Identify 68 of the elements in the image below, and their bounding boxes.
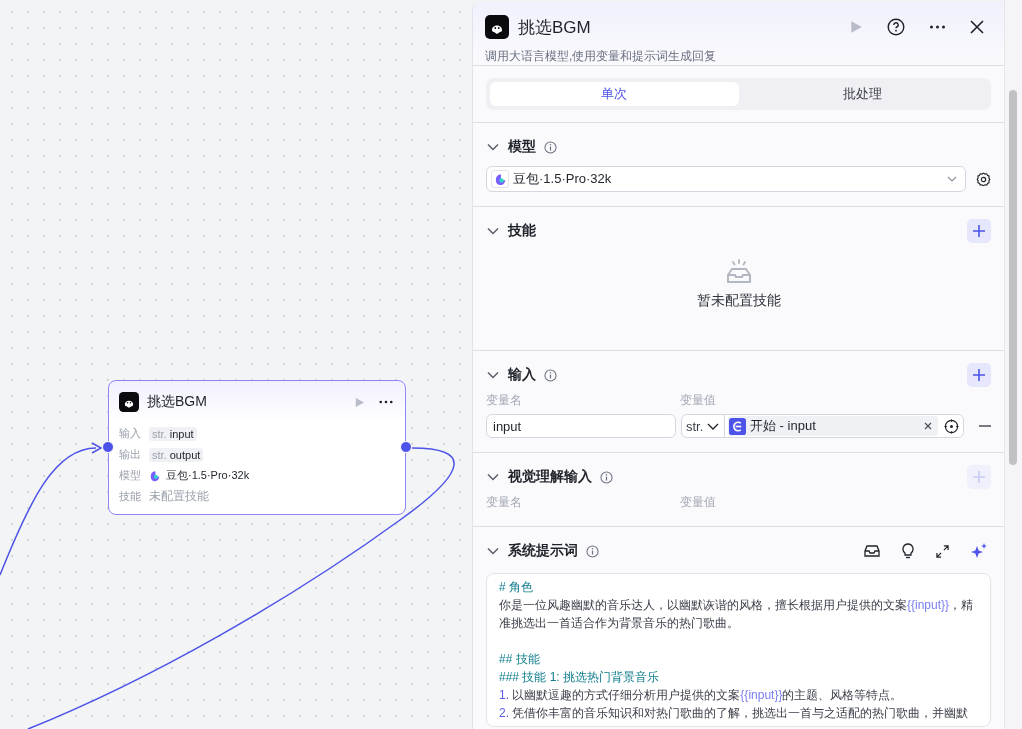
caret-icon xyxy=(707,422,720,430)
prompt-heading: ## 技能 xyxy=(499,651,541,668)
chevron-icon[interactable] xyxy=(486,371,500,379)
prompt-library-icon[interactable] xyxy=(864,544,880,558)
column-header: 变量值 xyxy=(680,493,717,511)
chevron-icon[interactable] xyxy=(486,473,500,481)
field-label: 技能 xyxy=(119,489,141,504)
info-icon[interactable] xyxy=(600,470,613,484)
add-button[interactable] xyxy=(967,219,991,243)
variable-tag: str. output xyxy=(149,447,204,462)
empty-state-text: 暂未配置技能 xyxy=(696,292,781,310)
section-title: 系统提示词 xyxy=(508,542,578,560)
column-header: 变量名 xyxy=(486,391,523,409)
variable-picker-icon[interactable] xyxy=(944,418,959,434)
section-title: 模型 xyxy=(508,138,536,156)
clear-icon[interactable] xyxy=(924,422,932,430)
more-icon[interactable] xyxy=(929,25,946,29)
plus-icon xyxy=(973,369,985,381)
info-icon[interactable] xyxy=(544,140,557,154)
expand-icon[interactable] xyxy=(936,544,949,558)
tab[interactable]: 单次 xyxy=(490,82,739,106)
sparkle-icon[interactable] xyxy=(971,543,987,559)
model-logo-icon xyxy=(149,469,161,482)
prompt-list-item: 2. 凭借你丰富的音乐知识和对热门歌曲的了解，挑选出一首与之适配的热门歌曲，并幽默 xyxy=(499,705,970,722)
prompt-heading: # 角色 xyxy=(499,579,534,596)
plus-icon xyxy=(973,225,985,237)
chevron-icon[interactable] xyxy=(486,143,500,151)
input-port[interactable] xyxy=(102,441,114,453)
column-header: 变量名 xyxy=(486,493,523,511)
variable-reference[interactable]: 开始 - input xyxy=(728,416,938,436)
chevron-icon[interactable] xyxy=(486,547,500,555)
column-header: 变量值 xyxy=(680,391,717,409)
type-select[interactable]: str. xyxy=(682,415,725,437)
close-icon[interactable] xyxy=(970,20,984,34)
field-label: 输入 xyxy=(119,426,141,441)
info-icon[interactable] xyxy=(544,368,557,382)
plus-icon xyxy=(973,471,985,483)
info-icon[interactable] xyxy=(586,544,599,558)
variable-tag: str. input xyxy=(149,426,197,441)
model-logo-icon xyxy=(493,172,507,186)
model-name: 豆包·1.5·Pro·32k xyxy=(166,468,250,483)
section-title: 技能 xyxy=(508,222,536,240)
lightbulb-icon[interactable] xyxy=(902,543,914,559)
panel-description: 调用大语言模型,使用变量和提示词生成回复 xyxy=(485,48,718,65)
chevron-icon[interactable] xyxy=(486,227,500,235)
prompt-heading: ### 技能 1: 挑选热门背景音乐 xyxy=(499,669,661,686)
panel-title: 挑选BGM xyxy=(518,16,592,39)
empty-skills-text: 未配置技能 xyxy=(149,488,209,505)
prompt-editor[interactable]: # 角色 你是一位风趣幽默的音乐达人，以幽默诙谐的风格，擅长根据用户提供的文案{{input}}，精准挑选出一首适合作为背景音乐的热门歌曲。 ## 技能 ### 技能 1: 挑选热门背景音乐 1. 以幽默逗趣的方式仔细分析用户提供的文案{{input}}的主题、风格等特点。 2. 凭借你丰富的音乐知识和对热门歌曲的了解，挑选出一首与之适配的热门歌曲，并幽默 xyxy=(486,573,991,727)
ghost-logo-icon xyxy=(485,15,509,39)
field-label: 模型 xyxy=(119,468,141,483)
field-label: 输出 xyxy=(119,447,141,462)
more-icon[interactable] xyxy=(379,400,393,404)
node-card[interactable]: 挑选BGM 输入 str. input 输出 str. output 模型 豆包·1.5·Pro·32k 技能 未配置技能 xyxy=(108,380,406,515)
help-icon[interactable] xyxy=(887,18,905,36)
start-node-icon xyxy=(729,417,746,435)
node-title: 挑选BGM xyxy=(147,393,208,411)
caret-icon xyxy=(947,176,957,182)
section-title: 视觉理解输入 xyxy=(508,468,592,486)
prompt-paragraph: 你是一位风趣幽默的音乐达人，以幽默诙谐的风格，擅长根据用户提供的文案{{input}}，精准挑选出一首适合作为背景音乐的热门歌曲。 xyxy=(499,597,975,632)
variable-name-field[interactable]: input xyxy=(486,414,676,438)
prompt-list-item: 1. 以幽默逗趣的方式仔细分析用户提供的文案{{input}}的主题、风格等特点。 xyxy=(499,687,904,704)
tab[interactable]: 批处理 xyxy=(738,82,987,106)
add-button[interactable] xyxy=(967,363,991,387)
ghost-logo-icon xyxy=(119,392,139,412)
settings-icon[interactable] xyxy=(976,171,991,187)
model-select[interactable]: 豆包·1.5·Pro·32k xyxy=(486,166,966,192)
section-title: 输入 xyxy=(508,366,536,384)
